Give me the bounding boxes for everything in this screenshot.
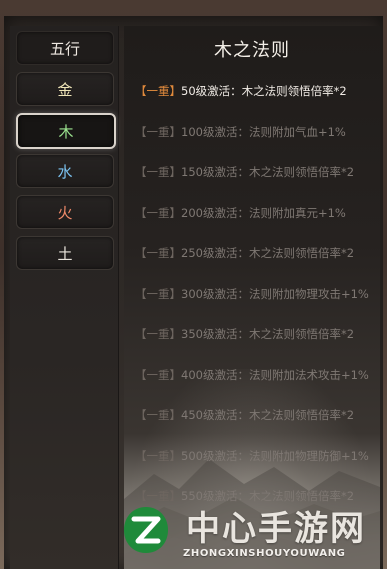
law-bonus-row: 【一重】50级激活：木之法则领悟倍率*2 xyxy=(135,83,380,99)
element-button-1[interactable]: 金 xyxy=(16,72,114,106)
law-bonus-row: 【一重】300级激活：法则附加物理攻击+1% xyxy=(135,286,380,302)
tier-label: 【一重】 xyxy=(135,367,181,382)
law-bonus-row: 【一重】450级激活：木之法则领悟倍率*2 xyxy=(135,407,380,423)
watermark-site-pinyin: ZHONGXINSHOUYOUWANG xyxy=(183,548,346,559)
law-detail-panel: 木之法则 【一重】50级激活：木之法则领悟倍率*2 【一重】100级激活：法则附加… xyxy=(124,26,380,569)
tier-label: 【一重】 xyxy=(135,448,181,463)
tier-label: 【一重】 xyxy=(135,246,181,260)
bonus-text: 50级激活：木之法则领悟倍率*2 xyxy=(181,84,347,98)
element-sidebar: 五行 金木水火土 xyxy=(10,26,119,569)
law-bonus-row: 【一重】200级激活：法则附加真元+1% xyxy=(135,205,380,221)
watermark-logo xyxy=(124,507,168,553)
law-bonus-row: 【一重】350级激活：木之法则领悟倍率*2 xyxy=(135,326,380,342)
law-title: 木之法则 xyxy=(214,40,290,61)
law-bonus-row: 【一重】250级激活：木之法则领悟倍率*2 xyxy=(135,245,380,261)
five-elements-header: 五行 xyxy=(16,31,114,65)
bonus-text: 450级激活：木之法则领悟倍率*2 xyxy=(181,408,355,422)
element-button-2[interactable]: 木 xyxy=(16,113,116,149)
watermark-site-name: 中心手游网 xyxy=(186,509,366,549)
bonus-text: 150级激活：木之法则领悟倍率*2 xyxy=(181,165,355,179)
tier-label: 【一重】 xyxy=(135,84,181,98)
element-button-5[interactable]: 土 xyxy=(16,236,114,270)
law-bonus-row: 【一重】100级激活：法则附加气血+1% xyxy=(135,124,380,140)
tier-label: 【一重】 xyxy=(135,408,181,422)
tier-label: 【一重】 xyxy=(135,205,181,220)
tier-label: 【一重】 xyxy=(135,124,181,139)
tier-label: 【一重】 xyxy=(135,165,181,179)
element-button-3[interactable]: 水 xyxy=(16,154,114,188)
tier-label: 【一重】 xyxy=(135,327,181,341)
law-bonus-row: 【一重】500级激活：法则附加物理防御+1% xyxy=(135,448,380,464)
bonus-text: 500级激活：法则附加物理防御+1% xyxy=(181,448,369,463)
tier-label: 【一重】 xyxy=(135,286,181,301)
bonus-text: 300级激活：法则附加物理攻击+1% xyxy=(181,286,369,301)
law-bonus-row: 【一重】400级激活：法则附加法术攻击+1% xyxy=(135,367,380,383)
bonus-text: 250级激活：木之法则领悟倍率*2 xyxy=(181,246,355,260)
tier-label: 【一重】 xyxy=(135,489,181,503)
bonus-text: 400级激活：法则附加法术攻击+1% xyxy=(181,367,369,382)
bonus-text: 100级激活：法则附加气血+1% xyxy=(181,124,346,139)
law-bonus-row: 【一重】150级激活：木之法则领悟倍率*2 xyxy=(135,164,380,180)
element-button-4[interactable]: 火 xyxy=(16,195,114,229)
bonus-text: 200级激活：法则附加真元+1% xyxy=(181,205,346,220)
bonus-text: 350级激活：木之法则领悟倍率*2 xyxy=(181,327,355,341)
